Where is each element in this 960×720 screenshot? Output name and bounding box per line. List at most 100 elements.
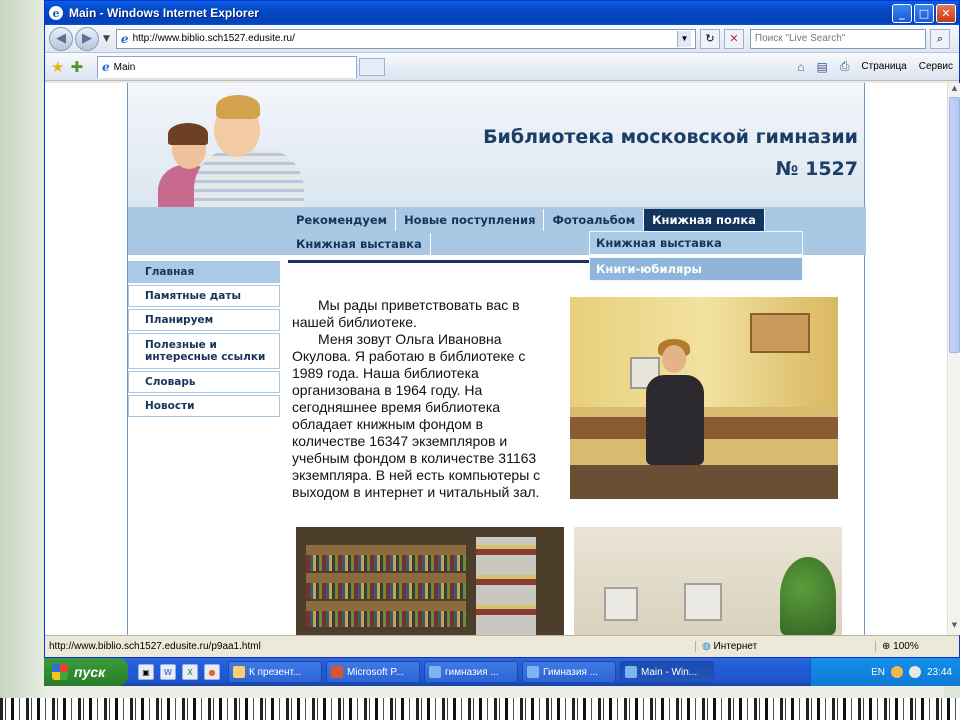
tray-volume-icon[interactable] bbox=[908, 666, 921, 678]
top-menu: Рекомендуем Новые поступления Фотоальбом… bbox=[288, 209, 765, 231]
start-label: пуск bbox=[74, 664, 106, 680]
globe-icon: ◍ bbox=[702, 641, 711, 652]
system-tray: EN 23:44 bbox=[810, 658, 960, 686]
print-icon[interactable]: ⎙ bbox=[840, 59, 850, 74]
task-button-powerpoint[interactable]: Microsoft P... bbox=[326, 661, 420, 683]
browser-window: e Main - Windows Internet Explorer _ □ ✕… bbox=[44, 0, 960, 658]
slide-background-left bbox=[0, 0, 46, 700]
task-button-gymnasium-1[interactable]: гимназия ... bbox=[424, 661, 518, 683]
tab-main[interactable]: e Main bbox=[97, 55, 358, 78]
excel-icon[interactable]: X bbox=[182, 664, 198, 680]
website: Библиотека московской гимназии № 1527 Ре… bbox=[127, 83, 866, 635]
bookshelf-dropdown: Книжная выставка Книги-юбиляры bbox=[589, 231, 803, 283]
windows-flag-icon bbox=[52, 664, 68, 680]
window-title: Main - Windows Internet Explorer bbox=[69, 6, 259, 20]
menu-item-photo-album[interactable]: Фотоальбом bbox=[544, 209, 645, 231]
tab-label: Main bbox=[113, 61, 136, 73]
refresh-button[interactable]: ↻ bbox=[699, 28, 720, 49]
task-label: гимназия ... bbox=[445, 666, 499, 678]
security-zone: ◍ Интернет bbox=[695, 641, 875, 652]
task-label: Microsoft P... bbox=[347, 666, 405, 678]
start-button[interactable]: пуск bbox=[44, 658, 128, 686]
task-button-presentation[interactable]: К презент... bbox=[228, 661, 322, 683]
page-viewport: Библиотека московской гимназии № 1527 Ре… bbox=[45, 83, 947, 635]
site-title: Библиотека московской гимназии № 1527 bbox=[483, 121, 858, 185]
search-icon[interactable]: ⌕ bbox=[929, 28, 950, 49]
computers-photo bbox=[574, 527, 842, 635]
word-icon[interactable]: W bbox=[160, 664, 176, 680]
side-item-dictionary[interactable]: Словарь bbox=[128, 371, 280, 393]
favorites-star-icon[interactable]: ★ bbox=[51, 58, 64, 76]
address-url[interactable]: http://www.biblio.sch1527.edusite.ru/ bbox=[133, 33, 295, 44]
quick-launch: ▣ W X ● bbox=[138, 664, 220, 680]
address-bar-row: ◀ ▶ ▼ e http://www.biblio.sch1527.edusit… bbox=[45, 25, 959, 53]
intro-text: Мы рады приветствовать вас в нашей библи… bbox=[292, 297, 560, 501]
zoom-value: 100% bbox=[893, 641, 919, 652]
menu-item-recommend[interactable]: Рекомендуем bbox=[288, 209, 397, 231]
librarian-photo bbox=[570, 297, 838, 499]
site-title-line2: № 1527 bbox=[775, 158, 858, 180]
history-dropdown-icon[interactable]: ▼ bbox=[103, 34, 110, 44]
maximize-button[interactable]: □ bbox=[914, 3, 934, 23]
top-menu-row2: Книжная выставка bbox=[288, 233, 431, 255]
back-button[interactable]: ◀ bbox=[49, 26, 73, 51]
menu-item-book-exhibition[interactable]: Книжная выставка bbox=[288, 233, 431, 255]
close-button[interactable]: ✕ bbox=[936, 3, 956, 23]
page-menu[interactable]: Страница bbox=[861, 61, 906, 72]
vertical-scrollbar[interactable]: ▲ ▼ bbox=[947, 83, 960, 635]
ie-logo-icon: e bbox=[49, 6, 63, 20]
task-label: Main - Win... bbox=[641, 666, 698, 678]
status-bar: http://www.biblio.sch1527.edusite.ru/p9a… bbox=[45, 635, 959, 657]
address-dropdown-icon[interactable]: ▼ bbox=[676, 30, 691, 47]
task-label: К презент... bbox=[249, 666, 302, 678]
tab-page-icon: e bbox=[102, 60, 110, 74]
side-item-news[interactable]: Новости bbox=[128, 395, 280, 417]
side-item-links[interactable]: Полезные и интересные ссылки bbox=[128, 333, 280, 369]
scroll-up-icon[interactable]: ▲ bbox=[949, 84, 960, 96]
dropdown-item-book-exhibition[interactable]: Книжная выставка bbox=[589, 231, 803, 255]
tools-menu[interactable]: Сервис bbox=[919, 61, 953, 72]
clock: 23:44 bbox=[926, 666, 952, 678]
side-item-planning[interactable]: Планируем bbox=[128, 309, 280, 331]
search-placeholder: Поиск "Live Search" bbox=[754, 33, 846, 44]
slide-barcode-strip bbox=[0, 698, 960, 720]
intro-paragraph-2: Меня зовут Ольга Ивановна Окулова. Я раб… bbox=[292, 331, 541, 500]
zoom-level[interactable]: ⊕ 100% bbox=[875, 641, 955, 652]
menu-item-bookshelf[interactable]: Книжная полка bbox=[644, 209, 765, 231]
search-input[interactable]: Поиск "Live Search" bbox=[749, 28, 926, 49]
address-input[interactable]: e http://www.biblio.sch1527.edusite.ru/ … bbox=[115, 28, 696, 49]
tray-app-icon[interactable] bbox=[890, 666, 903, 678]
intro-paragraph-1: Мы рады приветствовать вас в нашей библи… bbox=[292, 297, 520, 330]
page-icon: e bbox=[120, 31, 129, 46]
show-desktop-icon[interactable]: ▣ bbox=[138, 664, 154, 680]
menu-item-new-arrivals[interactable]: Новые поступления bbox=[396, 209, 545, 231]
task-button-main[interactable]: Main - Win... bbox=[620, 661, 714, 683]
forward-button[interactable]: ▶ bbox=[75, 26, 99, 51]
add-favorites-icon[interactable]: ✚ bbox=[70, 58, 83, 76]
dropdown-item-anniversary-books[interactable]: Книги-юбиляры bbox=[589, 257, 803, 281]
side-menu: Главная Памятные даты Планируем Полезные… bbox=[128, 261, 280, 419]
home-icon[interactable]: ⌂ bbox=[797, 60, 804, 74]
tabs-bar: ★ ✚ e Main ⌂ ▤ ⎙ Страница Сервис bbox=[45, 53, 959, 81]
task-label: Гимназия ... bbox=[543, 666, 598, 678]
status-url: http://www.biblio.sch1527.edusite.ru/p9a… bbox=[49, 641, 261, 652]
site-title-line1: Библиотека московской гимназии bbox=[483, 126, 858, 148]
stop-button[interactable]: ✕ bbox=[723, 28, 744, 49]
security-zone-label: Интернет bbox=[713, 641, 758, 652]
feeds-icon[interactable]: ▤ bbox=[816, 60, 827, 74]
taskbar: пуск ▣ W X ● К презент... Microsoft P...… bbox=[44, 658, 960, 686]
scroll-down-icon[interactable]: ▼ bbox=[949, 621, 960, 633]
minimize-button[interactable]: _ bbox=[892, 3, 912, 23]
side-item-memorable-dates[interactable]: Памятные даты bbox=[128, 285, 280, 307]
title-bar[interactable]: e Main - Windows Internet Explorer _ □ ✕ bbox=[45, 1, 959, 25]
language-indicator[interactable]: EN bbox=[871, 667, 885, 678]
task-button-gymnasium-2[interactable]: Гимназия ... bbox=[522, 661, 616, 683]
header-children-photo bbox=[154, 89, 304, 207]
bookshelves-photo bbox=[296, 527, 564, 635]
new-tab-button[interactable] bbox=[359, 57, 386, 76]
zoom-icon: ⊕ bbox=[882, 641, 891, 652]
scroll-thumb[interactable] bbox=[949, 97, 960, 353]
firefox-icon[interactable]: ● bbox=[204, 664, 220, 680]
side-item-home[interactable]: Главная bbox=[128, 261, 280, 283]
site-header: Библиотека московской гимназии № 1527 bbox=[128, 83, 864, 207]
